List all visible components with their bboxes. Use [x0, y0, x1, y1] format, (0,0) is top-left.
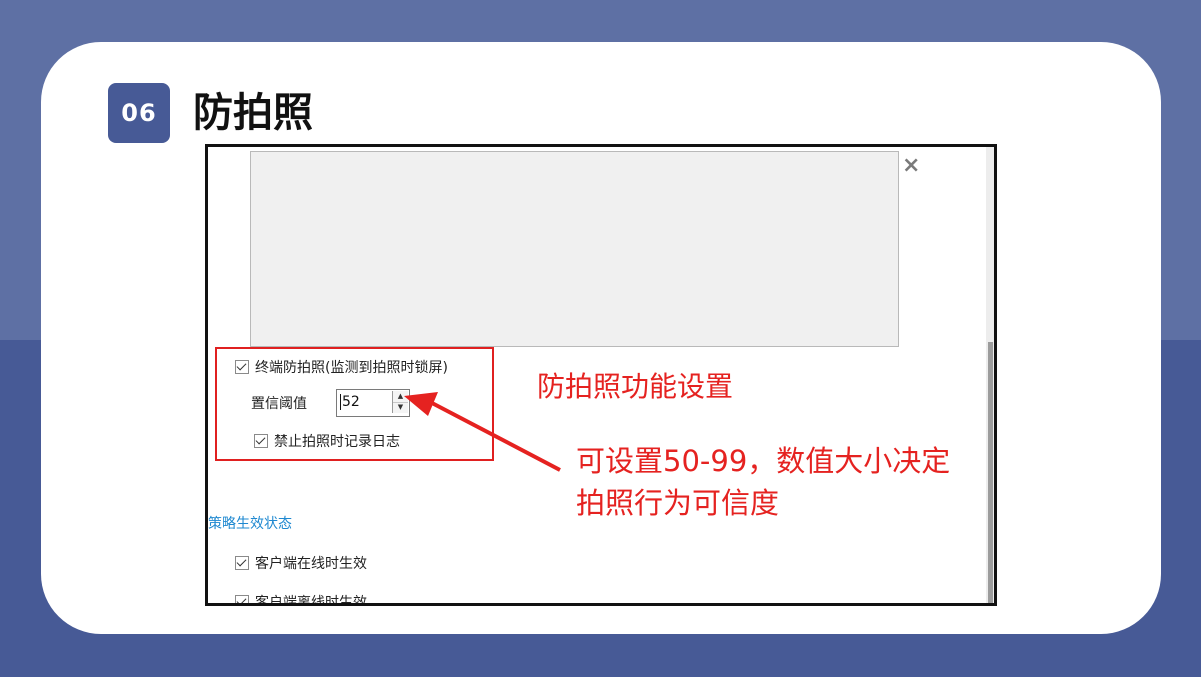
range-note-line-1: 可设置50-99，数值大小决定: [576, 444, 951, 478]
slide-title: 防拍照: [193, 90, 313, 136]
range-note-line-2: 拍照行为可信度: [576, 486, 780, 520]
online-checkbox-label: 客户端在线时生效: [255, 556, 367, 572]
close-icon[interactable]: ×: [902, 155, 920, 177]
online-checkbox[interactable]: [235, 556, 249, 570]
online-checkbox-row[interactable]: 客户端在线时生效: [235, 553, 367, 573]
highlight-box: [215, 347, 494, 461]
section-number-badge: 06: [108, 83, 170, 143]
offline-checkbox-label: 客户端离线时生效: [255, 595, 367, 606]
scrollbar-thumb[interactable]: [988, 342, 993, 603]
range-note: 可设置50-99，数值大小决定 拍照行为可信度: [576, 440, 950, 524]
offline-checkbox-row[interactable]: 客户端离线时生效: [235, 592, 367, 606]
preview-area: [250, 151, 899, 347]
policy-status-section-title: 策略生效状态: [208, 516, 292, 532]
feature-caption: 防拍照功能设置: [537, 370, 734, 403]
offline-checkbox[interactable]: [235, 595, 249, 603]
